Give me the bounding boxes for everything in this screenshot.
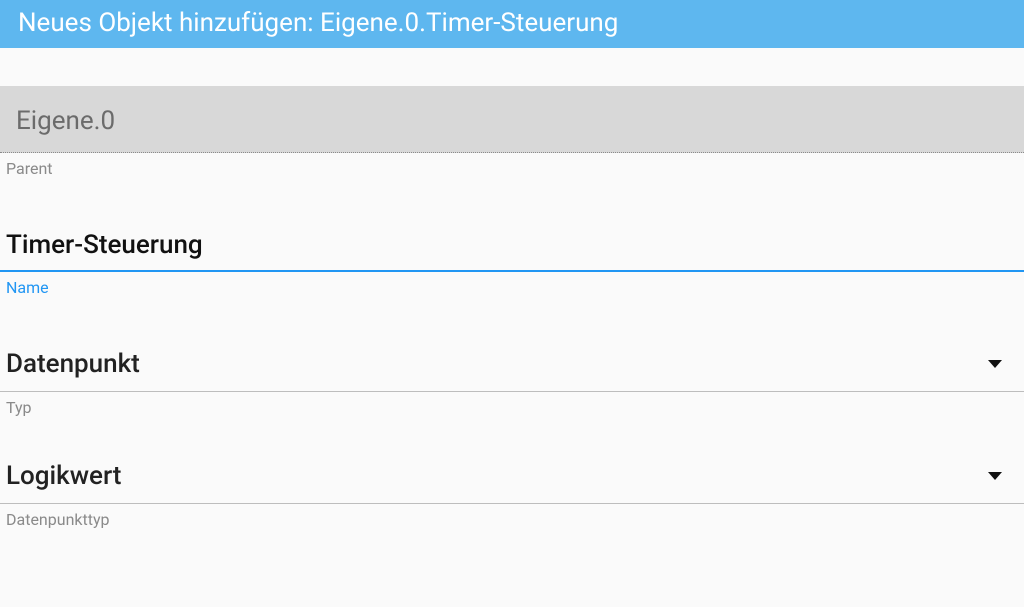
parent-field: Eigene.0 xyxy=(0,86,1024,153)
type-label: Typ xyxy=(0,392,1024,417)
field-group-name: Name xyxy=(0,216,1024,297)
type-select[interactable]: Datenpunkt xyxy=(0,335,1024,392)
chevron-down-icon xyxy=(988,472,1002,480)
name-field-wrapper[interactable] xyxy=(0,216,1024,272)
field-group-type: Datenpunkt Typ xyxy=(0,335,1024,417)
field-group-parent: Eigene.0 Parent xyxy=(0,86,1024,178)
parent-label: Parent xyxy=(0,153,1024,178)
name-input[interactable] xyxy=(6,230,1018,260)
chevron-down-icon xyxy=(988,360,1002,368)
datatype-select[interactable]: Logikwert xyxy=(0,447,1024,504)
parent-value: Eigene.0 xyxy=(16,106,115,136)
name-label: Name xyxy=(0,272,1024,297)
dialog-title-bar: Neues Objekt hinzufügen: Eigene.0.Timer-… xyxy=(0,0,1024,48)
type-value: Datenpunkt xyxy=(6,349,988,379)
dialog-content: Eigene.0 Parent Name Datenpunkt Typ Logi… xyxy=(0,86,1024,529)
field-group-datatype: Logikwert Datenpunkttyp xyxy=(0,447,1024,529)
dialog-title: Neues Objekt hinzufügen: Eigene.0.Timer-… xyxy=(18,8,618,38)
datatype-label: Datenpunkttyp xyxy=(0,504,1024,529)
datatype-value: Logikwert xyxy=(6,461,988,491)
